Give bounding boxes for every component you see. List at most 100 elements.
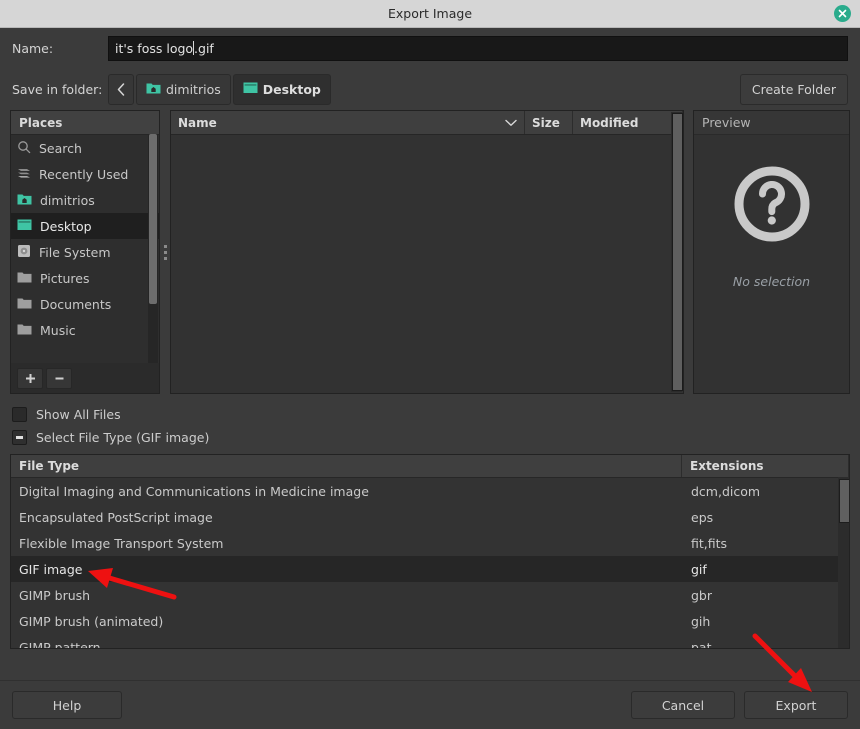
places-scrollbar[interactable] xyxy=(148,134,158,363)
file-list-body[interactable] xyxy=(171,135,683,393)
places-footer xyxy=(11,363,159,393)
sidebar-item-label: File System xyxy=(39,245,111,260)
places-list: Search Recently Used dimitrios xyxy=(11,135,159,363)
cancel-button[interactable]: Cancel xyxy=(631,691,735,719)
folder-icon xyxy=(17,322,32,338)
select-file-type-row[interactable]: Select File Type (GIF image) xyxy=(12,426,848,449)
folder-icon xyxy=(17,296,32,312)
export-button[interactable]: Export xyxy=(744,691,848,719)
file-type-name: GIF image xyxy=(11,562,683,577)
column-header-name[interactable]: Name xyxy=(171,111,525,134)
file-type-name: GIMP brush xyxy=(11,588,683,603)
browser-panes: Places Search Recently Used xyxy=(0,110,860,394)
show-all-files-label: Show All Files xyxy=(36,407,121,422)
sidebar-item-recently-used[interactable]: Recently Used xyxy=(11,161,159,187)
file-type-name: GIMP pattern xyxy=(11,640,683,650)
sidebar-item-pictures[interactable]: Pictures xyxy=(11,265,159,291)
select-file-type-expander[interactable] xyxy=(12,430,27,445)
table-row-selected-gif-image[interactable]: GIF image gif xyxy=(11,556,849,582)
footer-action-buttons: Cancel Export xyxy=(631,691,848,719)
preview-header: Preview xyxy=(694,111,849,135)
select-file-type-label: Select File Type (GIF image) xyxy=(36,430,209,445)
search-icon xyxy=(17,140,31,157)
sidebar-item-label: Music xyxy=(40,323,76,338)
places-header: Places xyxy=(11,111,159,135)
filename-text-after-caret: .gif xyxy=(194,41,214,56)
help-button[interactable]: Help xyxy=(12,691,122,719)
show-all-files-checkbox[interactable] xyxy=(12,407,27,422)
home-folder-icon xyxy=(17,192,32,208)
file-type-name: Digital Imaging and Communications in Me… xyxy=(11,484,683,499)
places-scrollbar-thumb[interactable] xyxy=(149,134,157,304)
window-title: Export Image xyxy=(388,6,472,21)
sidebar-item-label: Search xyxy=(39,141,82,156)
table-row[interactable]: Digital Imaging and Communications in Me… xyxy=(11,478,849,504)
desktop-folder-icon xyxy=(17,218,32,234)
file-type-table-header: File Type Extensions xyxy=(11,455,849,478)
close-circle-icon[interactable] xyxy=(834,5,851,22)
save-in-folder-row: Save in folder: dimitrios Desktop xyxy=(0,68,860,110)
path-button-label: Desktop xyxy=(263,82,321,97)
table-row[interactable]: Flexible Image Transport System fit,fits xyxy=(11,530,849,556)
table-row[interactable]: GIMP brush (animated) gih xyxy=(11,608,849,634)
desktop-folder-icon xyxy=(243,81,258,97)
plus-icon[interactable] xyxy=(17,368,43,389)
column-header-file-type[interactable]: File Type xyxy=(11,455,682,477)
preview-body: No selection xyxy=(694,135,849,393)
file-type-extensions: dcm,dicom xyxy=(683,484,849,499)
file-list-panel: Name Size Modified xyxy=(170,110,684,394)
minus-icon[interactable] xyxy=(46,368,72,389)
sidebar-item-desktop[interactable]: Desktop xyxy=(11,213,159,239)
file-type-extensions: eps xyxy=(683,510,849,525)
file-type-scrollbar-thumb[interactable] xyxy=(839,479,850,523)
question-mark-icon xyxy=(731,163,813,248)
pane-splitter[interactable] xyxy=(160,110,170,394)
sidebar-item-dimitrios[interactable]: dimitrios xyxy=(11,187,159,213)
disk-icon xyxy=(17,244,31,261)
file-list-scrollbar-thumb[interactable] xyxy=(672,113,683,391)
sidebar-item-documents[interactable]: Documents xyxy=(11,291,159,317)
column-header-extensions[interactable]: Extensions xyxy=(682,455,849,477)
name-row: Name: it's foss logo .gif xyxy=(0,28,860,68)
column-header-label: Name xyxy=(178,116,217,130)
file-type-name: Flexible Image Transport System xyxy=(11,536,683,551)
dialog-footer: Help Cancel Export xyxy=(0,680,860,729)
table-row[interactable]: GIMP brush gbr xyxy=(11,582,849,608)
file-type-extensions: gbr xyxy=(683,588,849,603)
filename-text-before-caret: it's foss logo xyxy=(115,41,193,56)
show-all-files-row[interactable]: Show All Files xyxy=(12,403,848,426)
places-panel: Places Search Recently Used xyxy=(10,110,160,394)
name-label: Name: xyxy=(12,41,108,56)
title-bar: Export Image xyxy=(0,0,860,28)
chevron-left-icon[interactable] xyxy=(108,74,134,105)
file-type-extensions: gih xyxy=(683,614,849,629)
table-row[interactable]: Encapsulated PostScript image eps xyxy=(11,504,849,530)
sidebar-item-label: Recently Used xyxy=(39,167,128,182)
sidebar-item-label: dimitrios xyxy=(40,193,95,208)
path-button-label: dimitrios xyxy=(166,82,221,97)
filename-input[interactable]: it's foss logo .gif xyxy=(108,36,848,61)
sidebar-item-file-system[interactable]: File System xyxy=(11,239,159,265)
folder-icon xyxy=(17,270,32,286)
file-type-extensions: gif xyxy=(683,562,849,577)
table-row[interactable]: GIMP pattern pat xyxy=(11,634,849,649)
file-type-name: Encapsulated PostScript image xyxy=(11,510,683,525)
column-header-modified[interactable]: Modified xyxy=(573,111,683,134)
file-type-scrollbar[interactable] xyxy=(838,477,849,648)
path-button-dimitrios[interactable]: dimitrios xyxy=(136,74,231,105)
export-image-dialog: Export Image Name: it's foss logo .gif S… xyxy=(0,0,860,728)
recent-icon xyxy=(17,166,31,183)
file-list-scrollbar[interactable] xyxy=(671,112,682,392)
create-folder-button[interactable]: Create Folder xyxy=(740,74,848,105)
file-type-table: File Type Extensions Digital Imaging and… xyxy=(10,454,850,649)
sidebar-item-music[interactable]: Music xyxy=(11,317,159,343)
sidebar-item-label: Desktop xyxy=(40,219,92,234)
path-button-desktop[interactable]: Desktop xyxy=(233,74,331,105)
sidebar-item-search[interactable]: Search xyxy=(11,135,159,161)
preview-status: No selection xyxy=(733,274,810,289)
column-header-size[interactable]: Size xyxy=(525,111,573,134)
home-folder-icon xyxy=(146,81,161,97)
options-section: Show All Files Select File Type (GIF ima… xyxy=(0,394,860,449)
dialog-content: Name: it's foss logo .gif Save in folder… xyxy=(0,28,860,729)
file-type-extensions: fit,fits xyxy=(683,536,849,551)
